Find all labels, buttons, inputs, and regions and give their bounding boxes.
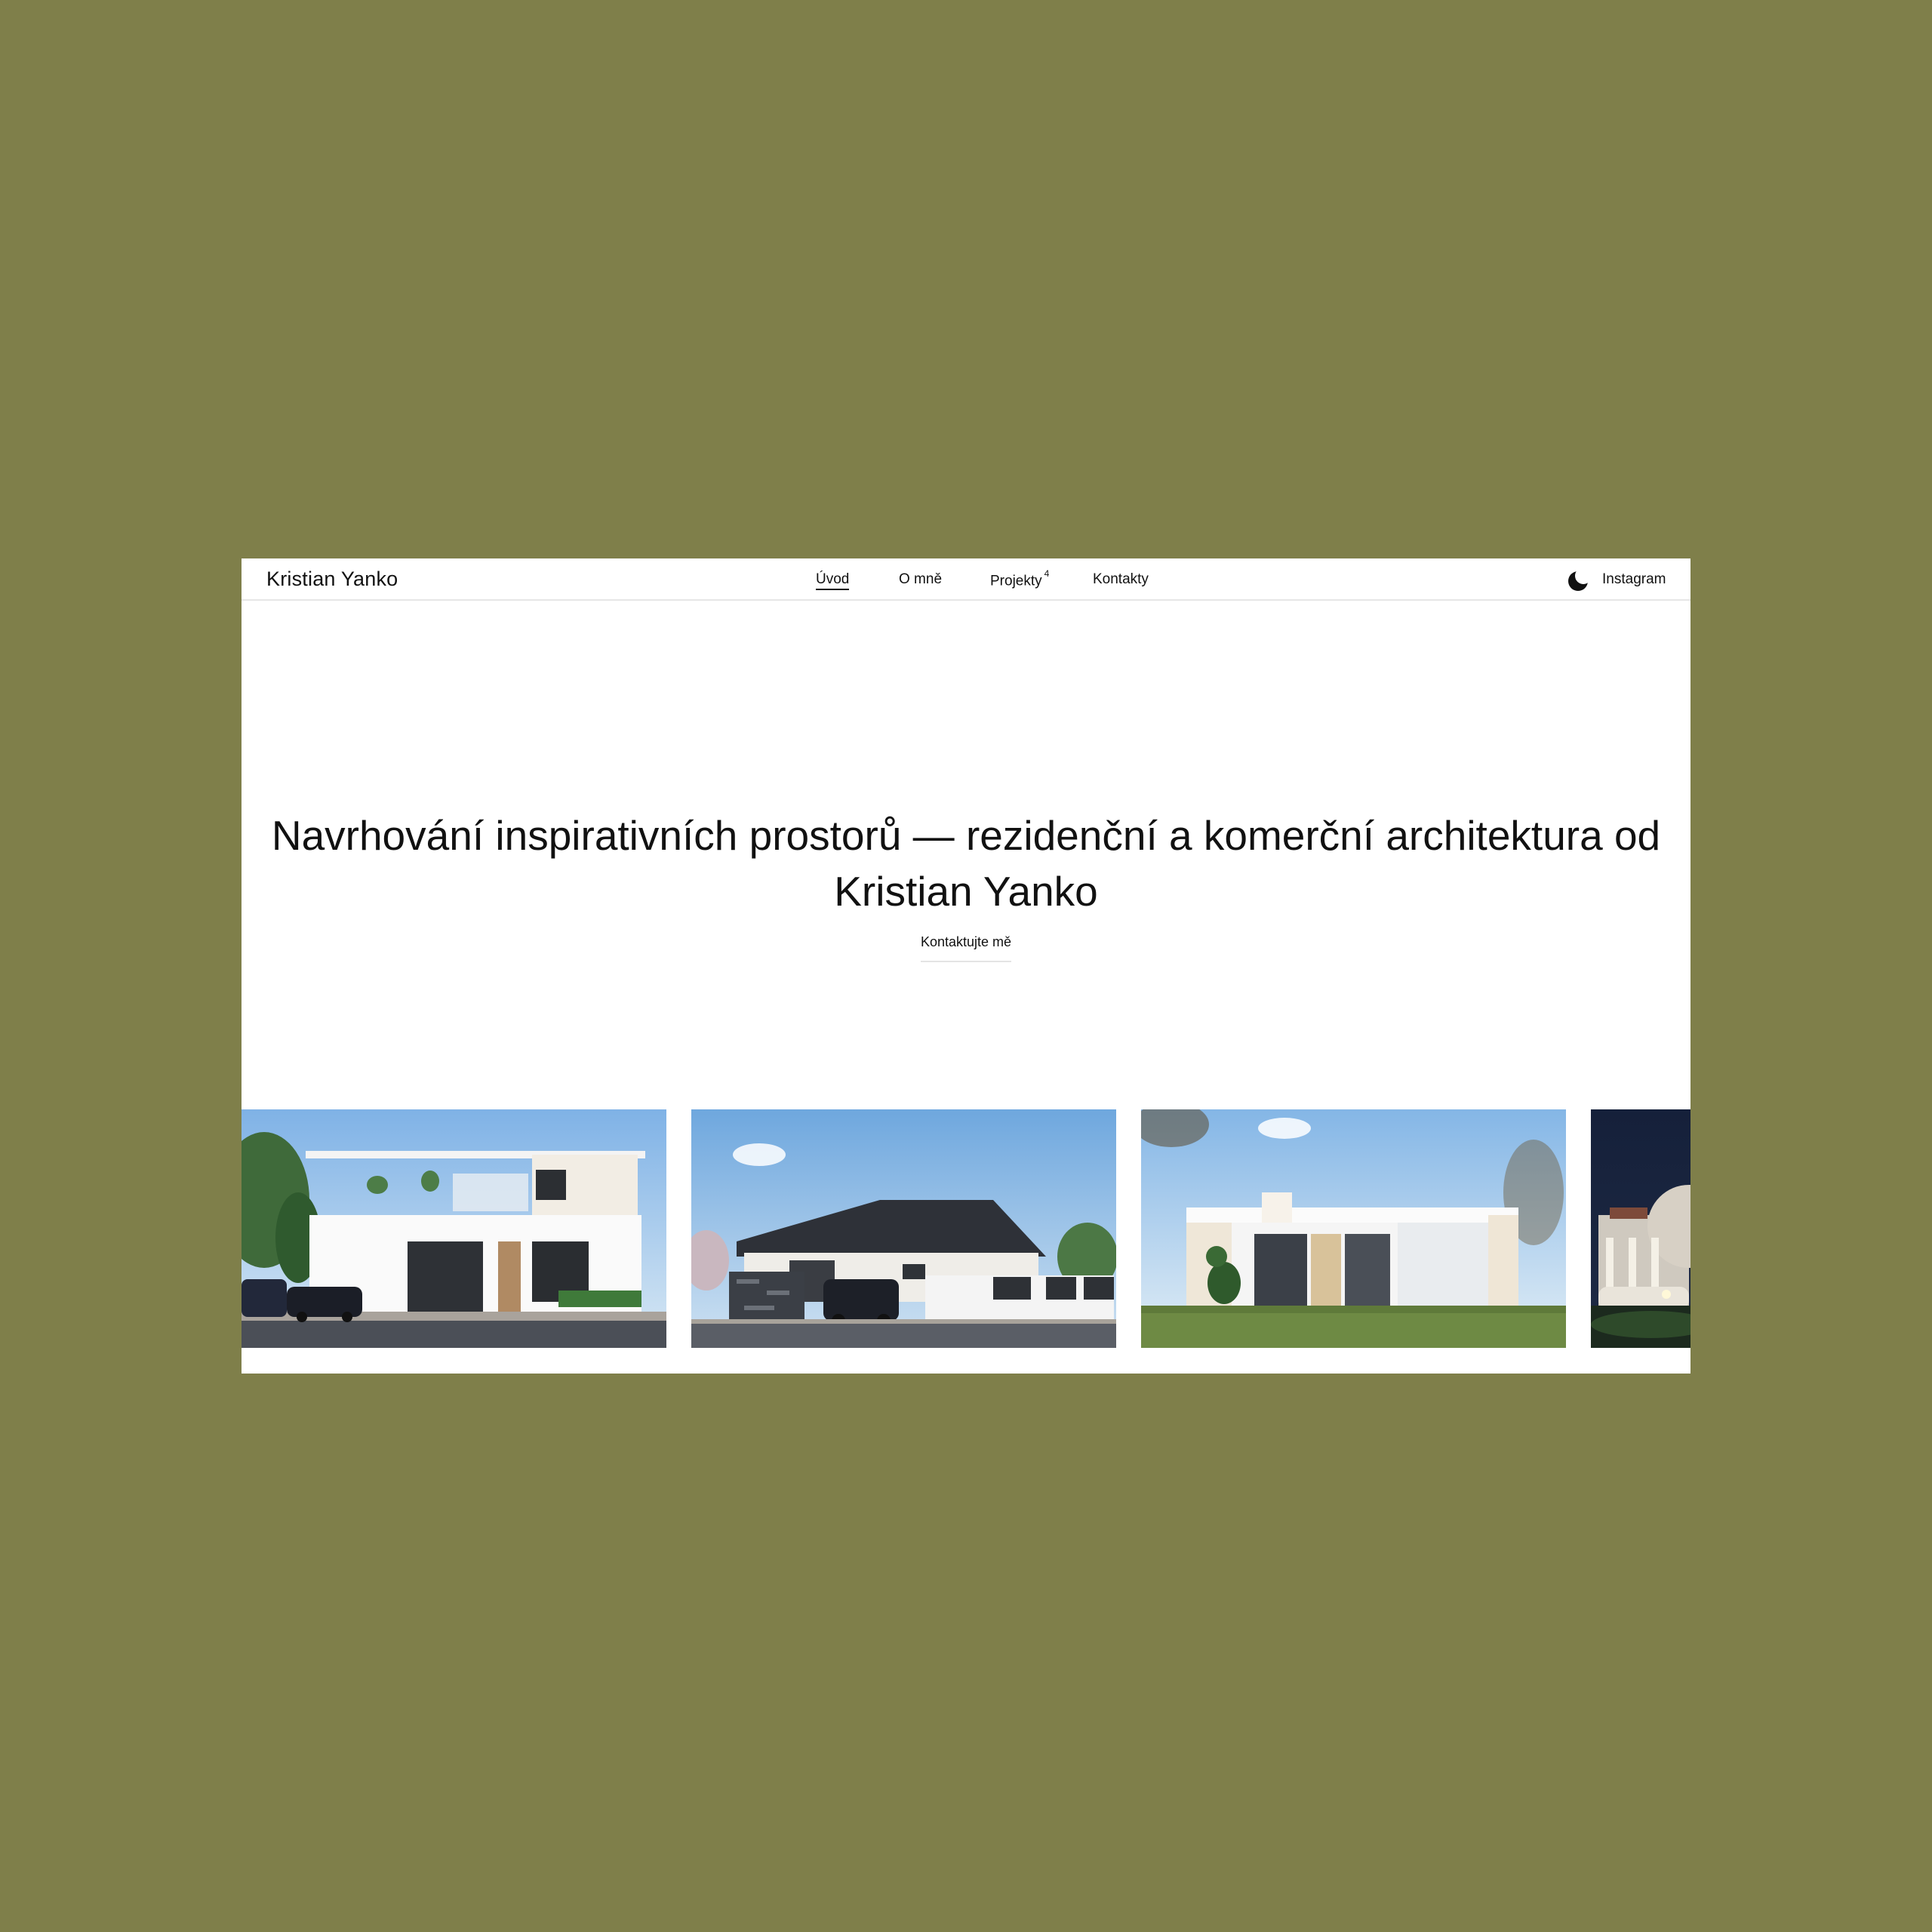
hero-title: Navrhování inspirativních prostorů — rez… (242, 808, 1690, 919)
hero-title-line2: Kristian Yanko (834, 868, 1098, 915)
project-card-flat-roof-house[interactable] (1141, 1109, 1566, 1348)
nav-item-projekty[interactable]: Projekty 4 (990, 568, 1050, 589)
project-gallery (242, 1109, 1690, 1348)
hero-title-line1: Navrhování inspirativních prostorů — rez… (271, 812, 1661, 859)
projekty-count-badge: 4 (1044, 568, 1050, 579)
nav-item-o-mne[interactable]: O mně (899, 571, 942, 588)
project-card-modern-villa[interactable] (242, 1109, 666, 1348)
site-header: Kristian Yanko Úvod O mně Projekty 4 Kont… (242, 558, 1690, 601)
browser-window: Kristian Yanko Úvod O mně Projekty 4 Kont… (242, 558, 1690, 1374)
instagram-link[interactable]: Instagram (1602, 571, 1666, 588)
project-card-bungalow[interactable] (691, 1109, 1116, 1348)
project-card-night-villa[interactable] (1591, 1109, 1690, 1348)
nav-item-projekty-label: Projekty (990, 573, 1042, 589)
moon-icon[interactable] (1567, 569, 1590, 592)
nav-item-kontakty[interactable]: Kontakty (1093, 571, 1149, 588)
hero-cta: Kontaktujte mě (242, 934, 1690, 962)
main-nav: Úvod O mně Projekty 4 Kontakty (242, 568, 1690, 594)
nav-item-uvod[interactable]: Úvod (816, 571, 850, 590)
contact-me-link[interactable]: Kontaktujte mě (920, 934, 1012, 962)
